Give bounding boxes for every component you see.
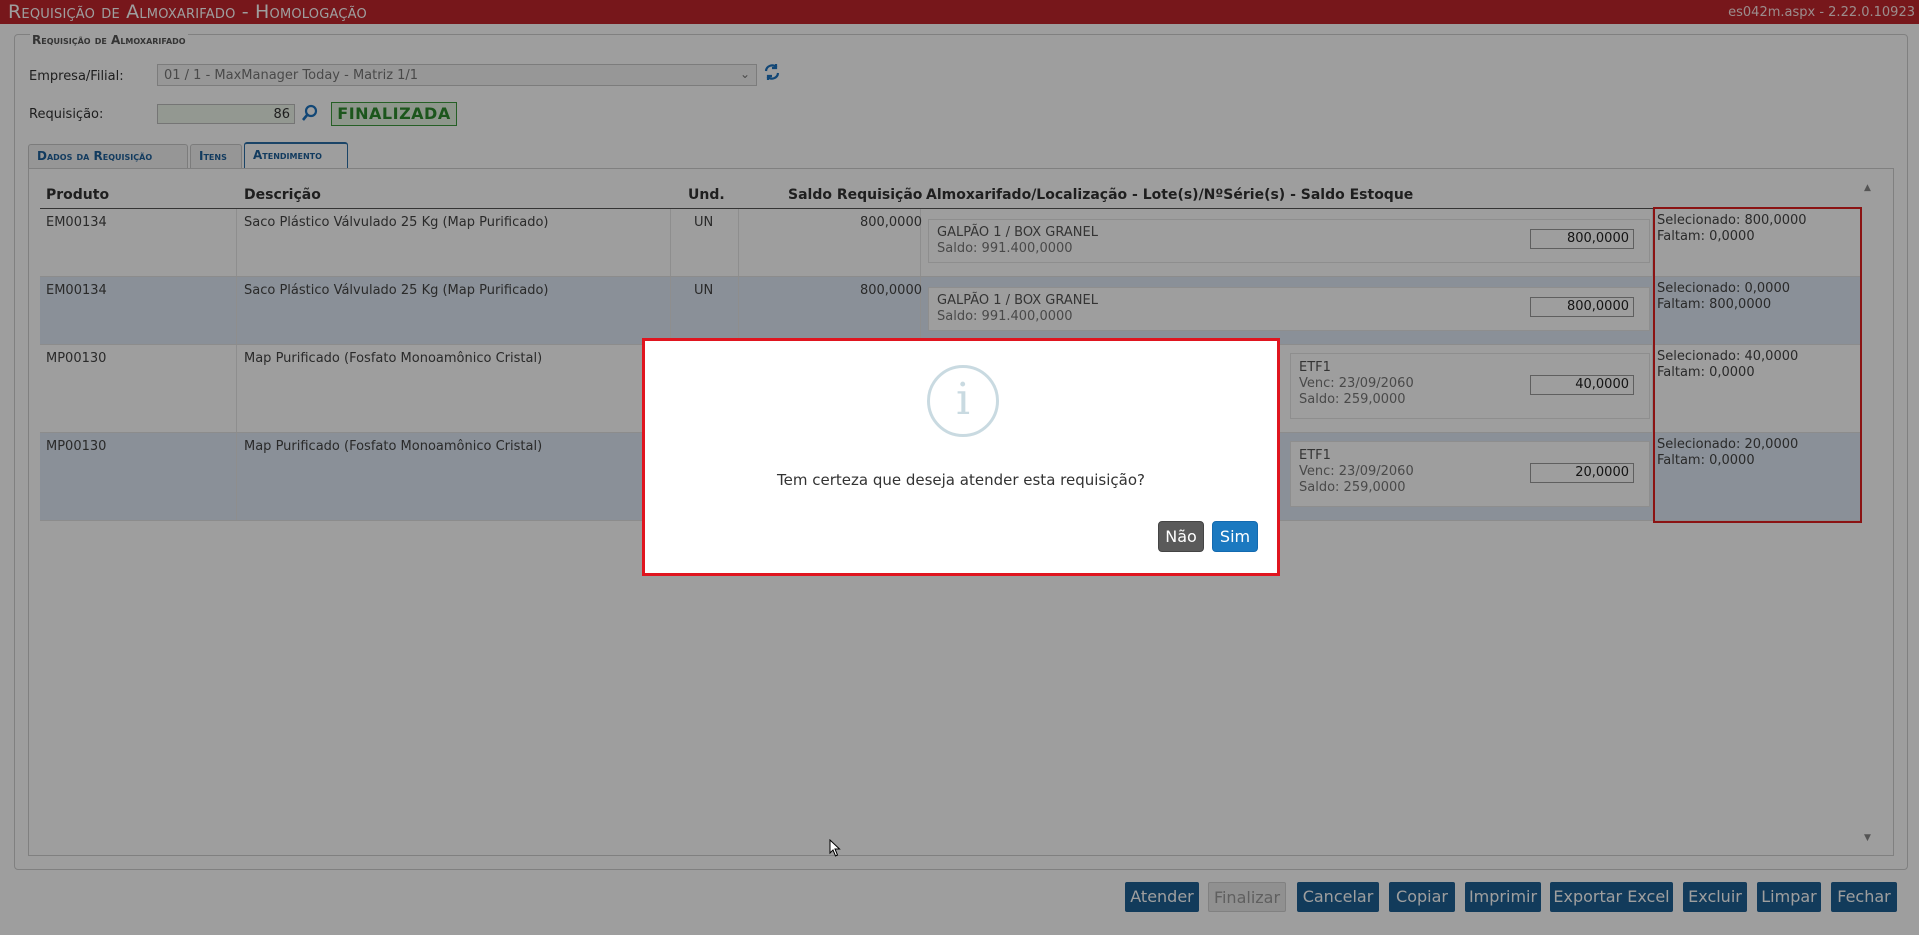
dialog-message: Tem certeza que deseja atender esta requ… xyxy=(777,471,1145,489)
info-icon: i xyxy=(927,365,999,437)
no-button[interactable]: Não xyxy=(1158,521,1204,552)
yes-button[interactable]: Sim xyxy=(1212,521,1258,552)
mouse-cursor-icon xyxy=(829,838,841,857)
confirm-dialog: i Tem certeza que deseja atender esta re… xyxy=(642,338,1280,576)
